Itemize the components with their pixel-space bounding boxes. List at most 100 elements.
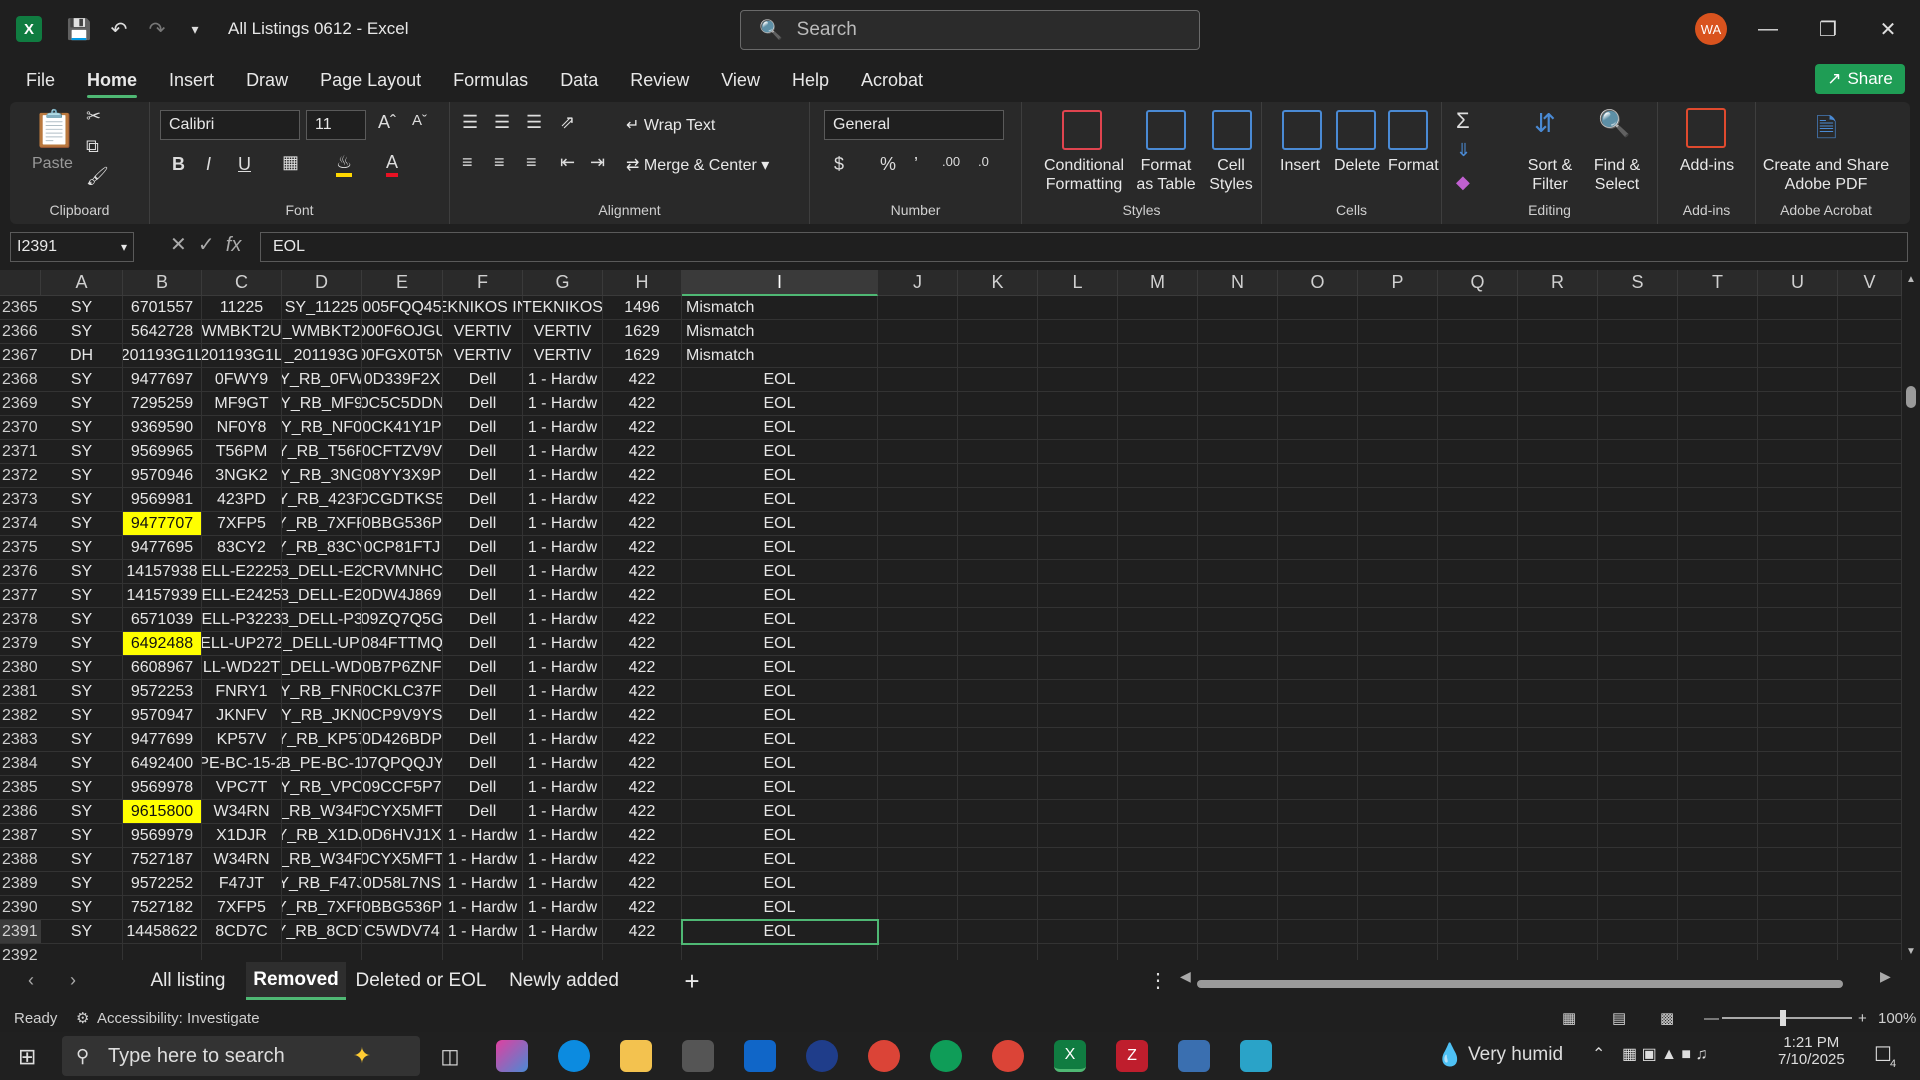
task-view-icon[interactable]: ◫ [434, 1040, 466, 1072]
empty-cell[interactable] [1758, 776, 1838, 800]
empty-cell[interactable] [878, 848, 958, 872]
tab-view[interactable]: View [705, 60, 776, 100]
cell-b-2390[interactable]: 7527182 [123, 896, 202, 920]
empty-cell[interactable] [1358, 296, 1438, 320]
cell-e-2391[interactable]: C5WDV74 [362, 920, 443, 944]
cell-i-2375[interactable]: EOL [682, 536, 878, 560]
empty-cell[interactable] [1838, 344, 1902, 368]
empty-cell[interactable] [1278, 368, 1358, 392]
format-as-table-button[interactable]: Format as Table [1134, 156, 1198, 194]
empty-cell[interactable] [1838, 536, 1902, 560]
empty-cell[interactable] [1518, 848, 1598, 872]
sort-filter-icon[interactable]: ⇵ [1534, 108, 1556, 139]
increase-font-icon[interactable]: Aˆ [378, 112, 396, 133]
empty-cell[interactable] [1758, 848, 1838, 872]
scroll-up-icon[interactable]: ▲ [1906, 274, 1916, 285]
empty-cell[interactable] [1838, 944, 1902, 960]
cell-h-2376[interactable]: 422 [603, 560, 682, 584]
column-header-h[interactable]: H [603, 270, 682, 296]
cell-b-2381[interactable]: 9572253 [123, 680, 202, 704]
empty-cell[interactable] [1278, 392, 1358, 416]
empty-cell[interactable] [1358, 512, 1438, 536]
cell-c-2376[interactable]: ELL-E2225 [202, 560, 282, 584]
row-header[interactable]: 2373 [0, 488, 41, 512]
empty-cell[interactable] [1438, 728, 1518, 752]
empty-cell[interactable] [1838, 656, 1902, 680]
empty-cell[interactable] [1278, 776, 1358, 800]
empty-cell[interactable] [1678, 680, 1758, 704]
cell-i-2379[interactable]: EOL [682, 632, 878, 656]
find-select-button[interactable]: Find & Select [1584, 156, 1650, 194]
cell-g-2373[interactable]: 1 - Hardw [523, 488, 603, 512]
empty-cell[interactable] [1118, 872, 1198, 896]
column-header-l[interactable]: L [1038, 270, 1118, 296]
zoom-in-icon[interactable]: + [1858, 1010, 1867, 1027]
empty-cell[interactable] [1118, 536, 1198, 560]
empty-cell[interactable] [1278, 536, 1358, 560]
row-header[interactable]: 2372 [0, 464, 41, 488]
format-cells-icon[interactable] [1388, 110, 1428, 150]
empty-cell[interactable] [958, 608, 1038, 632]
cell-i-2385[interactable]: EOL [682, 776, 878, 800]
cell-d-2386[interactable]: _RB_W34F [282, 800, 362, 824]
empty-cell[interactable] [1278, 704, 1358, 728]
filezilla-icon[interactable]: Z [1116, 1040, 1148, 1072]
empty-cell[interactable] [878, 512, 958, 536]
empty-cell[interactable] [878, 752, 958, 776]
empty-cell[interactable] [1838, 368, 1902, 392]
empty-cell[interactable] [1838, 704, 1902, 728]
column-header-r[interactable]: R [1518, 270, 1598, 296]
empty-cell[interactable] [1758, 752, 1838, 776]
empty-cell[interactable] [958, 584, 1038, 608]
empty-cell[interactable] [1358, 944, 1438, 960]
cell-f-2367[interactable]: VERTIV [443, 344, 523, 368]
cell-b-2389[interactable]: 9572252 [123, 872, 202, 896]
cell-i-2382[interactable]: EOL [682, 704, 878, 728]
empty-cell[interactable] [1838, 896, 1902, 920]
cell-h-2370[interactable]: 422 [603, 416, 682, 440]
app-icon[interactable] [1240, 1040, 1272, 1072]
empty-cell[interactable] [1438, 488, 1518, 512]
cell-a-2384[interactable]: SY [41, 752, 123, 776]
empty-cell[interactable] [1678, 872, 1758, 896]
cell-i-2378[interactable]: EOL [682, 608, 878, 632]
empty-cell[interactable] [1278, 440, 1358, 464]
empty-cell[interactable] [1678, 368, 1758, 392]
bottom-align-icon[interactable]: ☰ [526, 112, 542, 133]
cell-h-2387[interactable]: 422 [603, 824, 682, 848]
empty-cell[interactable] [958, 296, 1038, 320]
sort-filter-button[interactable]: Sort & Filter [1520, 156, 1580, 194]
cell-b-2365[interactable]: 6701557 [123, 296, 202, 320]
cell-a-2388[interactable]: SY [41, 848, 123, 872]
cell-h-2372[interactable]: 422 [603, 464, 682, 488]
spreadsheet-grid[interactable]: A B C D E F G H I J K L M N O P Q R S T U V 2365 SY 6701557 11225… [0, 270, 1920, 960]
customize-qat-icon[interactable]: ▾ [180, 14, 210, 44]
empty-cell[interactable] [1518, 512, 1598, 536]
normal-view-icon[interactable]: ▦ [1562, 1009, 1576, 1027]
insert-cells-icon[interactable] [1282, 110, 1322, 150]
empty-cell[interactable] [1438, 896, 1518, 920]
row-header[interactable]: 2386 [0, 800, 41, 824]
row-header[interactable]: 2378 [0, 608, 41, 632]
cell-b-2371[interactable]: 9569965 [123, 440, 202, 464]
vertical-scroll-thumb[interactable] [1906, 386, 1916, 408]
empty-cell[interactable] [1758, 800, 1838, 824]
cell-c-2389[interactable]: F47JT [202, 872, 282, 896]
zoom-slider[interactable] [1722, 1017, 1852, 1019]
empty-cell[interactable] [1438, 560, 1518, 584]
empty-cell[interactable] [1438, 608, 1518, 632]
empty-cell[interactable] [1118, 488, 1198, 512]
cell-e-2381[interactable]: 0CKLC37F [362, 680, 443, 704]
empty-cell[interactable] [1038, 680, 1118, 704]
sheet-tab-newly-added[interactable]: Newly added [496, 962, 632, 1000]
empty-cell[interactable] [1758, 560, 1838, 584]
cell-g-2375[interactable]: 1 - Hardw [523, 536, 603, 560]
avatar[interactable]: WA [1695, 13, 1727, 45]
cell-d-2382[interactable]: Y_RB_JKN [282, 704, 362, 728]
empty-cell[interactable] [1438, 752, 1518, 776]
chrome-icon-1[interactable] [868, 1040, 900, 1072]
cell-g-2366[interactable]: VERTIV [523, 320, 603, 344]
empty-cell[interactable] [1598, 920, 1678, 944]
top-align-icon[interactable]: ☰ [462, 112, 478, 133]
sheet-tab-deleted-eol[interactable]: Deleted or EOL [352, 962, 490, 1000]
